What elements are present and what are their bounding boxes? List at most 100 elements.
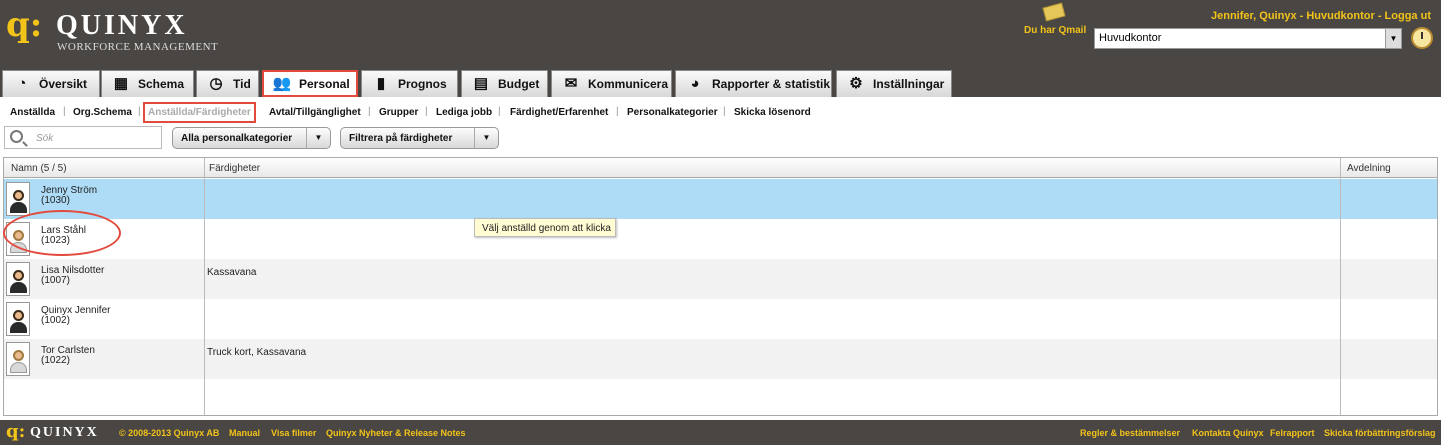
user-logout-line[interactable]: Jennifer, Quinyx - Huvudkontor - Logga u… (1211, 10, 1431, 22)
chevron-down-icon: ▼ (306, 128, 330, 148)
tab-label: Inställningar (873, 77, 945, 91)
subnav-anstallda[interactable]: Anställda (10, 107, 55, 118)
subnav-org-schema[interactable]: Org.Schema (73, 107, 132, 118)
tab-label: Rapporter & statistik (712, 77, 831, 91)
quinyx-footer-logo-mark: q: (6, 421, 26, 442)
search-placeholder: Sök (36, 133, 54, 144)
clock-icon: ◷ (209, 75, 223, 92)
highlight-circle (3, 210, 121, 256)
search-icon (10, 130, 23, 143)
footer-link-suggest[interactable]: Skicka förbättringsförslag (1324, 428, 1436, 438)
subnav-separator: | (425, 106, 428, 117)
column-header-skills[interactable]: Färdigheter (209, 163, 260, 174)
tab-label: Prognos (398, 77, 447, 91)
speech-bubble-icon: ✉ (564, 75, 578, 92)
calendar-icon: ▦ (113, 75, 129, 92)
category-filter-dropdown[interactable]: Alla personalkategorier ▼ (172, 127, 331, 149)
select-employee-tooltip: Välj anställd genom att klicka (474, 218, 616, 237)
search-input[interactable]: Sök (4, 126, 162, 149)
footer-link-rules[interactable]: Regler & bestämmelser (1080, 428, 1180, 438)
tab-personal[interactable]: 👥 Personal (262, 70, 358, 97)
clock-icon[interactable] (1411, 27, 1433, 49)
tab-rapporter[interactable]: ◕ Rapporter & statistik (675, 70, 832, 97)
column-header-department[interactable]: Avdelning (1347, 163, 1391, 174)
footer-link-news[interactable]: Quinyx Nyheter & Release Notes (326, 428, 466, 438)
avatar (6, 302, 30, 336)
subnav-separator: | (616, 106, 619, 117)
employee-id: (1022) (41, 355, 70, 366)
unit-select-value: Huvudkontor (1099, 32, 1162, 44)
employee-id: (1030) (41, 195, 70, 206)
subnav-separator: | (498, 106, 501, 117)
subnav-anstallda-fardigheter[interactable]: Anställda/Färdigheter (143, 102, 256, 123)
tab-label: Personal (299, 77, 350, 91)
subnav-separator: | (138, 106, 141, 117)
quinyx-logo-subtitle: WORKFORCE MANAGEMENT (57, 41, 219, 53)
tab-label: Budget (498, 77, 540, 91)
tab-label: Kommunicera (588, 77, 669, 91)
subnav-separator: | (368, 106, 371, 117)
table-row[interactable]: Quinyx Jennifer (1002) (4, 299, 1437, 339)
subnav-separator: | (723, 106, 726, 117)
app-header: q: QUINYX WORKFORCE MANAGEMENT Du har Qm… (0, 0, 1441, 68)
tab-kommunicera[interactable]: ✉ Kommunicera (551, 70, 672, 97)
tab-label: Schema (138, 77, 185, 91)
column-divider[interactable] (1340, 158, 1341, 415)
report-icon: ◕ (690, 75, 700, 92)
sub-navigation: Anställda | Org.Schema | Anställda/Färdi… (0, 97, 1441, 125)
table-row[interactable]: Lars Ståhl (1023) (4, 219, 1437, 259)
subnav-grupper[interactable]: Grupper (379, 107, 418, 118)
qmail-label: Du har Qmail (1024, 25, 1087, 36)
tab-label: Översikt (39, 77, 88, 91)
chevron-down-icon: ▼ (474, 128, 498, 148)
subnav-skicka-losenord[interactable]: Skicka lösenord (734, 107, 811, 118)
subnav-avtal[interactable]: Avtal/Tillgänglighet (269, 107, 361, 118)
avatar (6, 342, 30, 376)
skills-filter-dropdown[interactable]: Filtrera på färdigheter ▼ (340, 127, 499, 149)
employee-skills-grid: Jenny Ström (1030) Lars Ståhl (1023) Lis… (3, 157, 1438, 416)
bar-chart-icon: ▮ (376, 75, 386, 92)
tab-installningar[interactable]: ⚙ Inställningar (836, 70, 952, 97)
tab-oversikt[interactable]: ◔ Översikt (2, 70, 100, 97)
employee-id: (1002) (41, 315, 70, 326)
employee-skills: Kassavana (207, 267, 257, 278)
avatar (6, 182, 30, 216)
tab-prognos[interactable]: ▮ Prognos (361, 70, 458, 97)
footer-link-films[interactable]: Visa filmer (271, 428, 316, 438)
footer-link-manual[interactable]: Manual (229, 428, 260, 438)
subnav-lediga-jobb[interactable]: Lediga jobb (436, 107, 492, 118)
employee-skills: Truck kort, Kassavana (207, 347, 307, 358)
tab-tid[interactable]: ◷ Tid (196, 70, 259, 97)
quinyx-logo-mark: q: (6, 5, 43, 45)
tab-budget[interactable]: ▤ Budget (461, 70, 548, 97)
footer-copyright: © 2008-2013 Quinyx AB (119, 428, 220, 438)
table-row[interactable]: Jenny Ström (1030) (4, 179, 1437, 219)
subnav-personalkategorier[interactable]: Personalkategorier (627, 107, 718, 118)
tab-label: Tid (233, 77, 251, 91)
avatar (6, 262, 30, 296)
speedometer-icon: ◔ (17, 75, 27, 92)
gear-icon: ⚙ (849, 75, 863, 92)
app-footer: q: QUINYX © 2008-2013 Quinyx AB Manual V… (0, 420, 1441, 445)
envelope-icon (1042, 2, 1066, 22)
quinyx-footer-logo: QUINYX (30, 425, 99, 440)
main-tabbar: ◔ Översikt ▦ Schema ◷ Tid 👥 Personal ▮ P… (0, 68, 1441, 97)
column-divider[interactable] (204, 158, 205, 415)
qmail-link[interactable]: Du har Qmail (1024, 2, 1087, 36)
table-row[interactable]: Tor Carlsten (1022) Truck kort, Kassavan… (4, 339, 1437, 379)
chevron-down-icon[interactable]: ▼ (1385, 29, 1401, 48)
footer-link-contact[interactable]: Kontakta Quinyx (1192, 428, 1264, 438)
footer-link-bug-report[interactable]: Felrapport (1270, 428, 1315, 438)
category-filter-label: Alla personalkategorier (181, 133, 293, 144)
skills-filter-label: Filtrera på färdigheter (349, 133, 453, 144)
subnav-fardighet-erfarenhet[interactable]: Färdighet/Erfarenhet (510, 107, 608, 118)
subnav-separator: | (63, 106, 66, 117)
tab-schema[interactable]: ▦ Schema (101, 70, 194, 97)
unit-select[interactable]: Huvudkontor ▼ (1094, 28, 1402, 49)
quinyx-logo-name: QUINYX (56, 10, 188, 41)
column-header-name[interactable]: Namn (5 / 5) (11, 163, 67, 174)
grid-header: Namn (5 / 5) Färdigheter Avdelning (4, 158, 1437, 178)
table-row[interactable]: Lisa Nilsdotter (1007) Kassavana (4, 259, 1437, 299)
calculator-icon: ▤ (473, 75, 489, 92)
people-icon: 👥 (272, 75, 292, 92)
